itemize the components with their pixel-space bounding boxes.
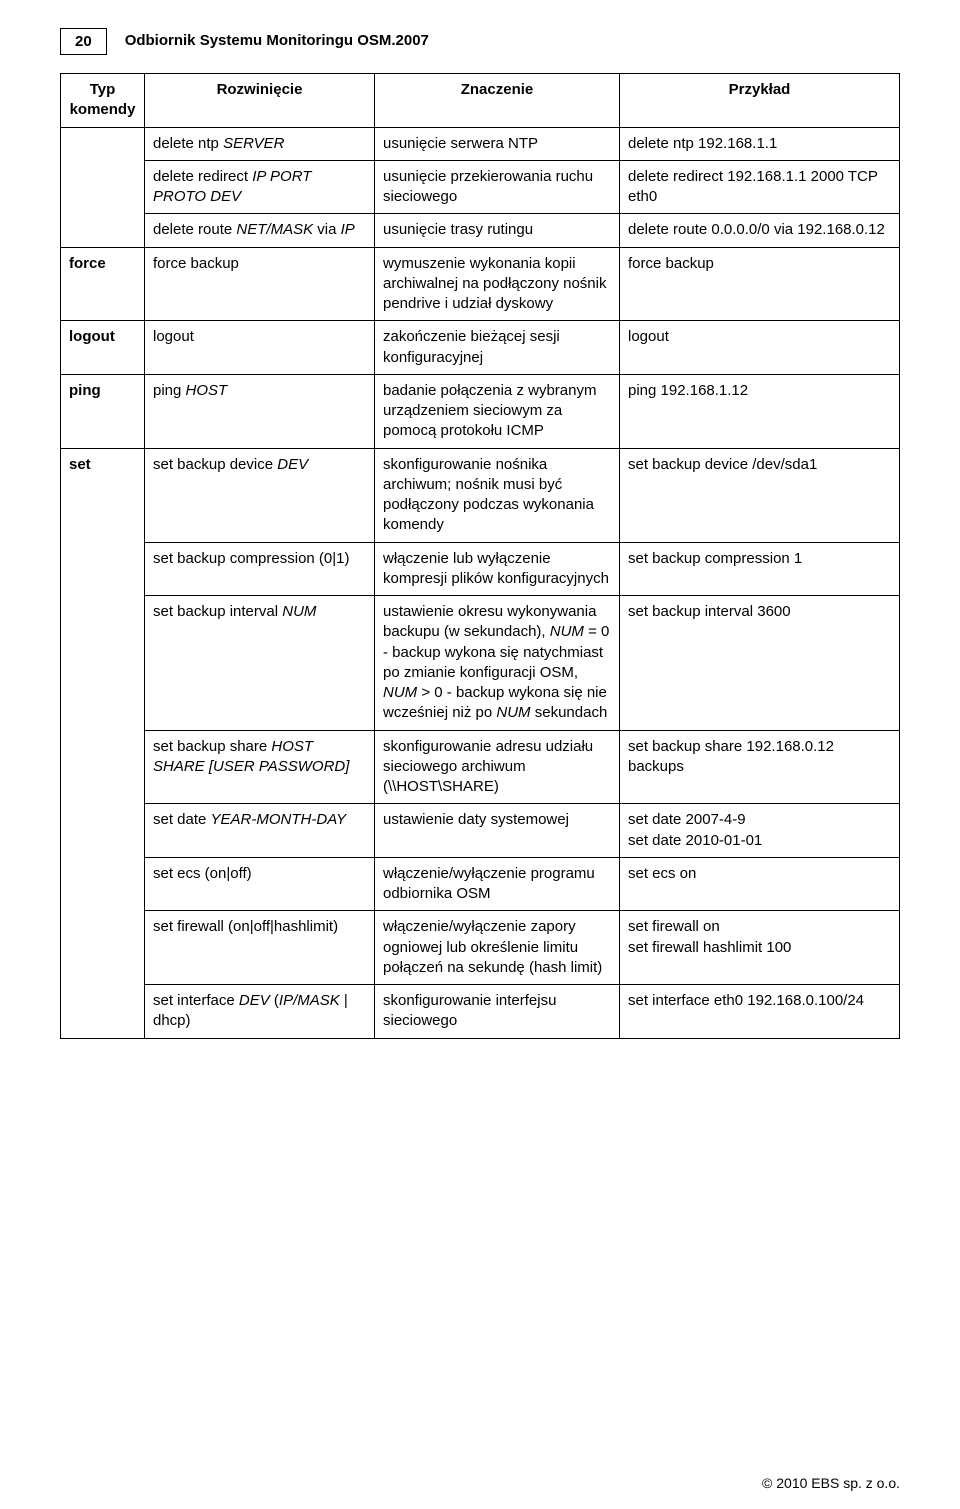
table-row: set backup interval NUMustawienie okresu… [61,596,900,731]
meaning-cell: włączenie/wyłączenie zapory ogniowej lub… [375,911,620,985]
expansion-cell: force backup [145,247,375,321]
expansion-cell: set backup device DEV [145,448,375,542]
expansion-cell: set backup interval NUM [145,596,375,731]
expansion-cell: delete redirect IP PORT PROTO DEV [145,160,375,214]
example-cell: set interface eth0 192.168.0.100/24 [620,985,900,1039]
expansion-cell: set backup compression (0|1) [145,542,375,596]
meaning-cell: skonfigurowanie adresu udziału siecioweg… [375,730,620,804]
expansion-cell: set interface DEV (IP/MASK | dhcp) [145,985,375,1039]
page-header: 20 Odbiornik Systemu Monitoringu OSM.200… [60,28,900,55]
table-row: pingping HOSTbadanie połączenia z wybran… [61,374,900,448]
meaning-cell: usunięcie serwera NTP [375,127,620,160]
expansion-cell: delete ntp SERVER [145,127,375,160]
meaning-cell: włączenie lub wyłączenie kompresji plikó… [375,542,620,596]
expansion-cell: set firewall (on|off|hashlimit) [145,911,375,985]
table-row: logoutlogoutzakończenie bieżącej sesji k… [61,321,900,375]
expansion-cell: delete route NET/MASK via IP [145,214,375,247]
table-row: set backup compression (0|1)włączenie lu… [61,542,900,596]
meaning-cell: skonfigurowanie interfejsu sieciowego [375,985,620,1039]
page-footer: © 2010 EBS sp. z o.o. [762,1475,900,1491]
example-cell: delete ntp 192.168.1.1 [620,127,900,160]
table-row: set firewall (on|off|hashlimit)włączenie… [61,911,900,985]
type-cell: force [61,247,145,321]
expansion-cell: set ecs (on|off) [145,857,375,911]
meaning-cell: badanie połączenia z wybranym urządzenie… [375,374,620,448]
example-cell: ping 192.168.1.12 [620,374,900,448]
example-cell: set ecs on [620,857,900,911]
example-cell: delete redirect 192.168.1.1 2000 TCP eth… [620,160,900,214]
example-cell: force backup [620,247,900,321]
table-row: delete route NET/MASK via IPusunięcie tr… [61,214,900,247]
type-cell [61,127,145,247]
col-header-meaning: Znaczenie [375,74,620,128]
table-header-row: Typ komendy Rozwinięcie Znaczenie Przykł… [61,74,900,128]
type-cell: logout [61,321,145,375]
example-cell: set backup share 192.168.0.12 backups [620,730,900,804]
meaning-cell: ustawienie daty systemowej [375,804,620,858]
col-header-type: Typ komendy [61,74,145,128]
example-cell: delete route 0.0.0.0/0 via 192.168.0.12 [620,214,900,247]
col-header-example: Przykład [620,74,900,128]
meaning-cell: włączenie/wyłączenie programu odbiornika… [375,857,620,911]
example-cell: set backup interval 3600 [620,596,900,731]
type-cell: ping [61,374,145,448]
table-row: set interface DEV (IP/MASK | dhcp)skonfi… [61,985,900,1039]
col-header-expansion: Rozwinięcie [145,74,375,128]
commands-table: Typ komendy Rozwinięcie Znaczenie Przykł… [60,73,900,1039]
example-cell: set firewall onset firewall hashlimit 10… [620,911,900,985]
table-row: setset backup device DEVskonfigurowanie … [61,448,900,542]
meaning-cell: ustawienie okresu wykonywania backupu (w… [375,596,620,731]
meaning-cell: wymuszenie wykonania kopii archiwalnej n… [375,247,620,321]
type-cell: set [61,448,145,1038]
table-row: delete redirect IP PORT PROTO DEVusunięc… [61,160,900,214]
example-cell: logout [620,321,900,375]
meaning-cell: usunięcie przekierowania ruchu siecioweg… [375,160,620,214]
document-title: Odbiornik Systemu Monitoringu OSM.2007 [125,28,429,49]
expansion-cell: logout [145,321,375,375]
example-cell: set backup compression 1 [620,542,900,596]
table-row: forceforce backupwymuszenie wykonania ko… [61,247,900,321]
table-row: set backup share HOST SHARE [USER PASSWO… [61,730,900,804]
page-number: 20 [60,28,107,55]
example-cell: set backup device /dev/sda1 [620,448,900,542]
meaning-cell: skonfigurowanie nośnika archiwum; nośnik… [375,448,620,542]
expansion-cell: ping HOST [145,374,375,448]
table-row: set date YEAR-MONTH-DAYustawienie daty s… [61,804,900,858]
expansion-cell: set date YEAR-MONTH-DAY [145,804,375,858]
meaning-cell: usunięcie trasy rutingu [375,214,620,247]
table-row: set ecs (on|off)włączenie/wyłączenie pro… [61,857,900,911]
expansion-cell: set backup share HOST SHARE [USER PASSWO… [145,730,375,804]
table-row: delete ntp SERVERusunięcie serwera NTPde… [61,127,900,160]
example-cell: set date 2007-4-9set date 2010-01-01 [620,804,900,858]
meaning-cell: zakończenie bieżącej sesji konfiguracyjn… [375,321,620,375]
